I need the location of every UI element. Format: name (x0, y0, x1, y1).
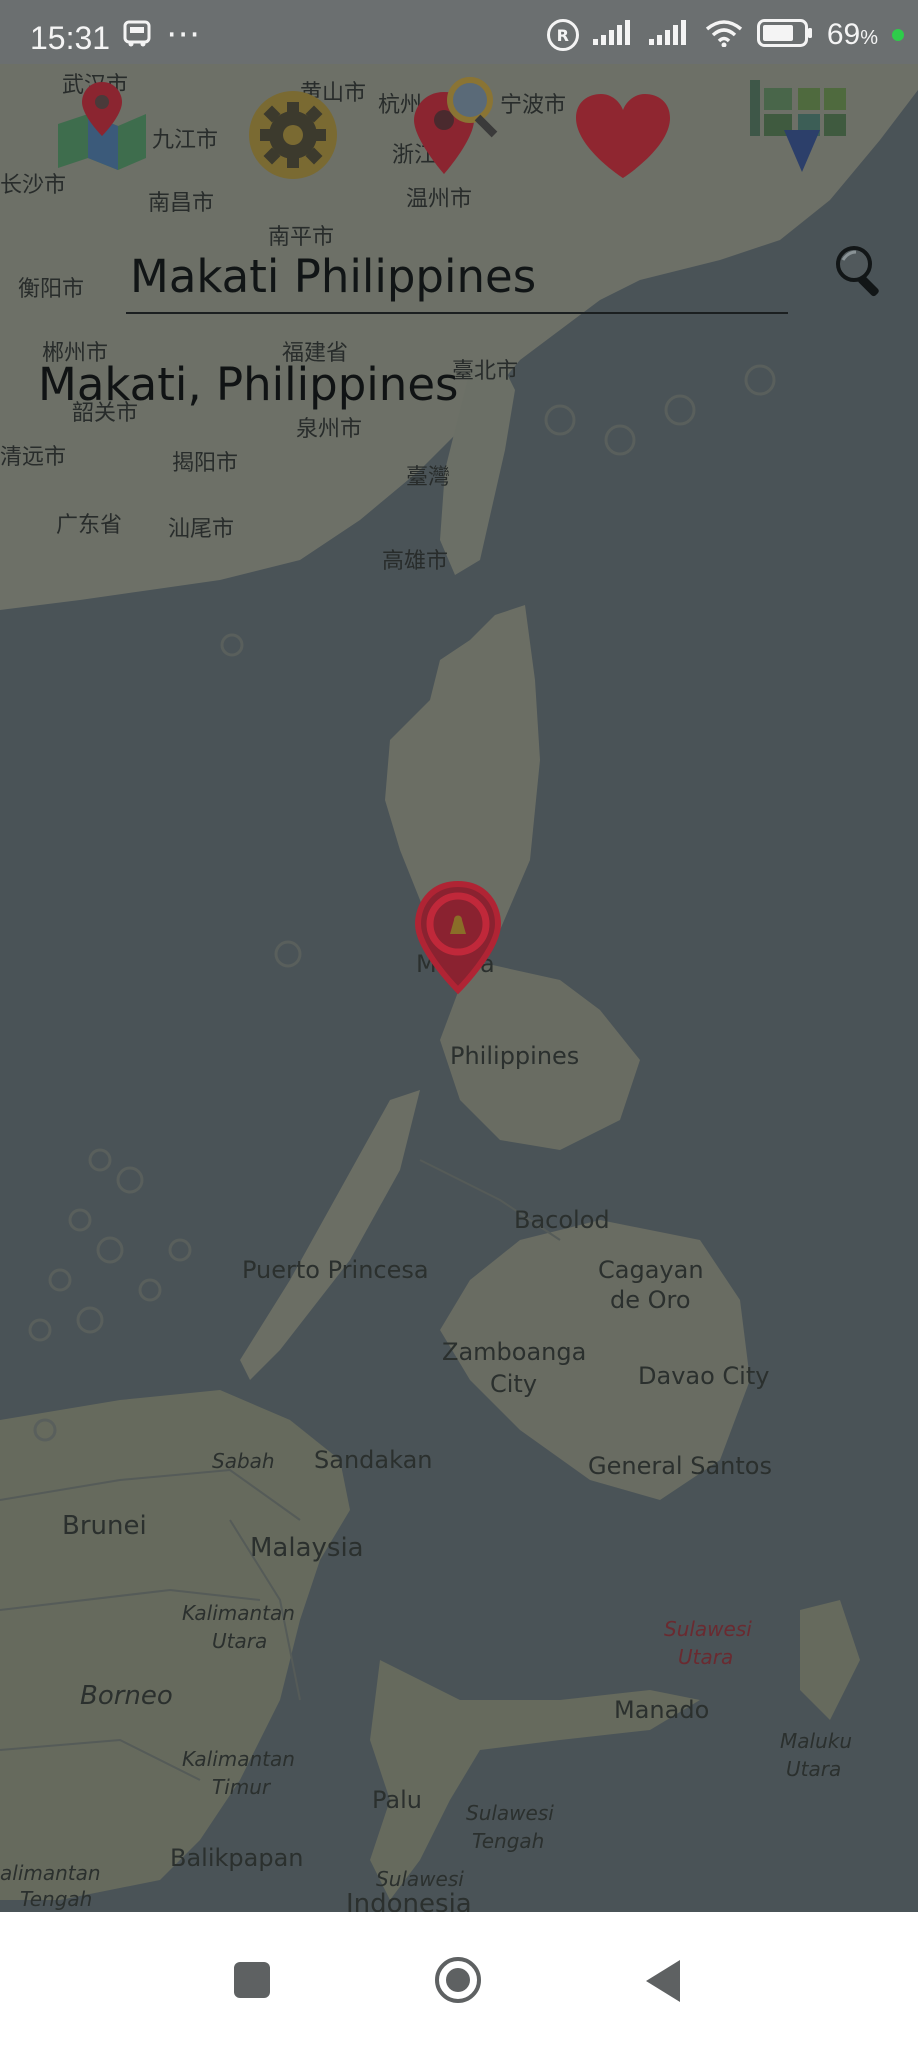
map-label-taiwan: 臺灣 (406, 465, 450, 490)
map-label-borneo: Borneo (80, 1681, 173, 1711)
map-label-jieyang: 揭阳市 (172, 451, 238, 476)
map-label-davao: Davao City (638, 1362, 769, 1390)
search-icon[interactable] (830, 242, 888, 300)
map-label-zamboanga: Zamboanga (442, 1338, 586, 1366)
map-label-general-santos: General Santos (588, 1452, 772, 1480)
registered-letter: R (556, 25, 569, 45)
map-label-kalimantan-tengah-1: alimantan (0, 1861, 101, 1885)
signal-icon-2 (648, 20, 691, 50)
map-label-wenzhou: 温州市 (406, 187, 472, 212)
map-label-changsha: 长沙市 (0, 173, 66, 198)
map-label-maluku-utara-2: Utara (786, 1757, 841, 1781)
map-pin-icon[interactable] (58, 80, 148, 170)
map-label-sulawesi-bottom: Sulawesi (376, 1867, 464, 1891)
map-label-quanzhou: 泉州市 (296, 417, 362, 442)
map-label-cagayan: Cagayan (598, 1256, 704, 1284)
map-label-nanchang: 南昌市 (148, 191, 214, 216)
recent-apps-square-icon[interactable] (234, 1962, 270, 1998)
status-right: R 69% (546, 18, 904, 52)
notification-icon (122, 18, 152, 56)
map-label-sabah: Sabah (212, 1449, 275, 1473)
more-notifications-icon: ⋯ (166, 14, 202, 54)
map-label-sulawesi-tengah-2: Tengah (472, 1829, 544, 1853)
map-label-brunei: Brunei (62, 1511, 147, 1541)
map-label-kalimantan-timur-2: Timur (212, 1775, 272, 1799)
map-label-philippines: Philippines (450, 1042, 579, 1070)
wifi-icon (705, 19, 743, 51)
map-label-maluku-utara-1: Maluku (780, 1729, 852, 1753)
map-label-palu: Palu (372, 1786, 422, 1814)
map-label-ningbo: 宁波市 (500, 93, 566, 118)
map-label-malaysia: Malaysia (250, 1533, 364, 1563)
map-label-kalimantan-utara-1: Kalimantan (182, 1601, 295, 1625)
navigation-bar (0, 1912, 918, 2048)
map-view[interactable]: 武汉市 九江市 杭州 宁波市 黄山市 长沙市 南昌市 浙江 温州市 南平市 衡阳… (0, 64, 918, 1912)
map-label-sulawesi-utara-1: Sulawesi (664, 1617, 752, 1641)
favorites-heart-icon[interactable] (574, 92, 672, 180)
map-label-indonesia: Indonesia (346, 1889, 472, 1912)
home-circle-icon[interactable] (434, 1956, 482, 2004)
map-label-kalimantan-utara-2: Utara (212, 1629, 267, 1653)
map-label-hengyang: 衡阳市 (18, 277, 84, 302)
map-label-sulawesi-utara-2: Utara (678, 1645, 733, 1669)
map-label-shanwei: 汕尾市 (168, 517, 234, 542)
map-label-bacolod: Bacolod (514, 1206, 610, 1234)
map-label-kaohsiung: 高雄市 (382, 549, 448, 574)
map-label-sandakan: Sandakan (314, 1446, 433, 1474)
map-label-taipei: 臺北市 (452, 359, 518, 384)
location-search-icon[interactable] (408, 74, 508, 180)
map-grid-icon[interactable] (750, 80, 848, 172)
map-label-city: City (490, 1370, 537, 1398)
map-label-puerto-princesa: Puerto Princesa (242, 1256, 429, 1284)
battery-percent: 69% (826, 18, 878, 51)
search-input[interactable] (126, 242, 796, 310)
map-label-balikpapan: Balikpapan (170, 1844, 304, 1872)
signal-icon (592, 20, 635, 50)
status-time: 15:31 (30, 20, 111, 56)
search-field[interactable] (126, 242, 796, 314)
map-label-jiujiang: 九江市 (152, 128, 218, 153)
settings-gear-icon[interactable] (246, 88, 340, 182)
back-triangle-icon[interactable] (646, 1960, 680, 2002)
map-label-sulawesi-tengah-1: Sulawesi (466, 1801, 554, 1825)
map-label-de-oro: de Oro (610, 1286, 691, 1314)
map-label-kalimantan-tengah-2: Tengah (20, 1887, 92, 1911)
map-label-manado: Manado (614, 1696, 709, 1724)
map-label-qingyuan: 清远市 (0, 445, 66, 470)
battery-icon (756, 19, 813, 51)
registered-icon: R (546, 19, 579, 51)
search-result-item[interactable]: Makati, Philippines (38, 358, 458, 411)
map-label-kalimantan-timur-1: Kalimantan (182, 1747, 295, 1771)
map-label-guangdong: 广东省 (56, 513, 122, 538)
charging-dot-icon (892, 29, 904, 41)
